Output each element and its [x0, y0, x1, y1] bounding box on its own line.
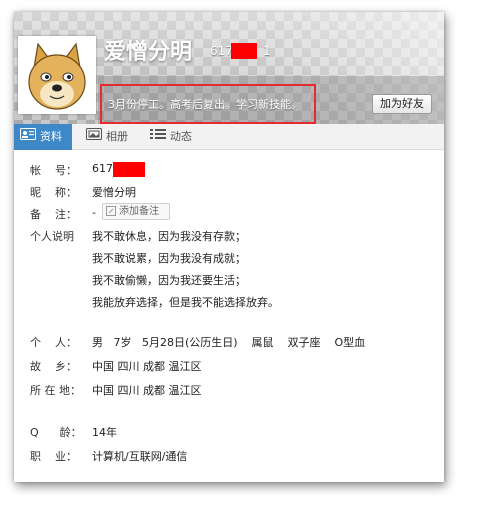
job-value: 计算机/互联网/通信 [92, 450, 188, 463]
qage-label: Q 龄： [30, 426, 82, 439]
feed-list-icon [150, 124, 166, 150]
qage-value: 14年 [92, 426, 117, 439]
qq-number-redaction [231, 43, 257, 59]
avatar[interactable] [18, 36, 96, 114]
note-value: - [92, 206, 96, 219]
bio-line: 我不敢偷懒，因为我还要生活； [92, 274, 246, 287]
tab-album[interactable]: 相册 [84, 124, 128, 150]
tab-album-label: 相册 [106, 130, 128, 143]
add-friend-button[interactable]: 加为好友 [372, 94, 432, 114]
edit-note-icon [106, 206, 116, 221]
location-label: 所 在 地： [30, 384, 81, 397]
photo-album-icon [86, 124, 102, 150]
bio-label: 个人说明 [30, 230, 74, 243]
profile-card: 爱憎分明 617 1 3月份停工。高考后复出。学习新技能。 加为好友 资料 相册 … [14, 12, 444, 482]
bio-line: 我不敢休息，因为我没有存款； [92, 230, 246, 243]
profile-signature: 3月份停工。高考后复出。学习新技能。 [108, 98, 302, 111]
add-note-label: 添加备注 [119, 206, 159, 217]
hometown-value: 中国 四川 成都 温江区 [92, 360, 202, 373]
profile-card-icon [20, 124, 36, 150]
tab-profile-label: 资料 [40, 130, 62, 143]
tab-feed-label: 动态 [170, 130, 192, 143]
bio-line: 我能放弃选择，但是我不能选择放弃。 [92, 296, 279, 309]
profile-tabs: 资料 相册 动态 [14, 124, 444, 150]
tab-feed[interactable]: 动态 [150, 124, 192, 150]
account-redaction [113, 162, 145, 177]
personal-label: 个 人： [30, 336, 77, 349]
tab-profile[interactable]: 资料 [14, 124, 72, 150]
add-note-button[interactable]: 添加备注 [102, 203, 170, 220]
doge-avatar-icon [20, 38, 94, 112]
account-value: 617 [92, 162, 113, 175]
account-label: 帐 号： [30, 164, 77, 177]
note-label: 备 注： [30, 208, 77, 221]
nickname-label: 昵 称： [30, 186, 77, 199]
bio-line: 我不敢说累，因为我没有成就； [92, 252, 246, 265]
profile-nickname: 爱憎分明 [104, 40, 193, 65]
hometown-label: 故 乡： [30, 360, 77, 373]
personal-value: 男 7岁 5月28日(公历生日) 属鼠 双子座 O型血 [92, 336, 366, 349]
job-label: 职 业： [30, 450, 77, 463]
location-value: 中国 四川 成都 温江区 [92, 384, 202, 397]
nickname-value: 爱憎分明 [92, 186, 136, 199]
